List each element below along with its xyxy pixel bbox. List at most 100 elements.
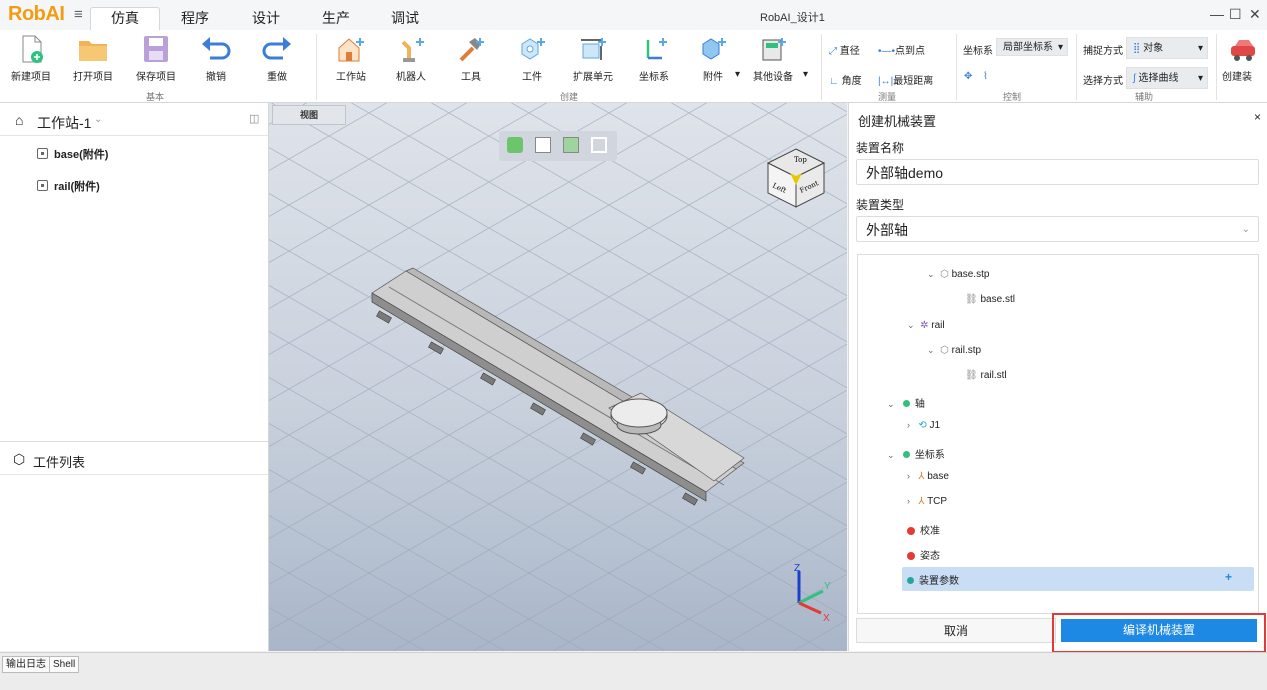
tree-node-frame-tcp[interactable]: › ⅄ TCP xyxy=(907,496,947,507)
tree-node-label: base xyxy=(927,471,949,482)
station-title[interactable]: 工作站-1 xyxy=(37,113,91,133)
capture-mode-value: 对象 xyxy=(1143,43,1164,54)
robot-button[interactable]: 机器人 xyxy=(381,34,441,83)
ribbon-divider xyxy=(1076,34,1077,100)
tree-item-base[interactable]: base(附件) xyxy=(37,146,108,162)
chevron-down-icon: ⌄ xyxy=(887,399,895,409)
workstation-button[interactable]: 工作站 xyxy=(321,34,381,83)
cube-icon: ⬡ xyxy=(13,451,26,467)
divider xyxy=(0,474,268,475)
tree-node-frames[interactable]: ⌄ 坐标系 xyxy=(887,446,945,461)
chevron-down-icon: ⌄ xyxy=(907,320,915,330)
robot-label: 机器人 xyxy=(396,72,426,83)
tab-debug[interactable]: 调试 xyxy=(391,8,419,28)
tree-node-pose[interactable]: 姿态 xyxy=(907,547,940,562)
tree-node-label: rail xyxy=(931,320,945,331)
3d-viewport[interactable]: 视图 Top Left Front Z Y X xyxy=(269,103,847,651)
output-log-tab[interactable]: 输出日志 xyxy=(2,656,50,673)
minimize-icon[interactable]: — xyxy=(1210,6,1224,22)
other-device-button[interactable]: 其他设备 xyxy=(743,34,803,83)
panel-toggle-icon[interactable]: ◫ xyxy=(249,112,259,125)
select-mode-select[interactable]: ∫ 选择曲线 ▾ xyxy=(1126,67,1208,89)
hamburger-menu-icon[interactable]: ≡ xyxy=(74,6,83,23)
measure-point-to-point-button[interactable]: •—•点到点 xyxy=(878,42,925,57)
robot-icon xyxy=(401,38,424,62)
component-icon xyxy=(37,148,48,159)
measure-angle-button[interactable]: ∟ 角度 xyxy=(829,72,862,87)
tree-node-rail[interactable]: ⌄ ✲ rail xyxy=(907,320,945,331)
tool-label: 工具 xyxy=(461,72,481,83)
tab-simulation[interactable]: 仿真 xyxy=(111,8,139,28)
curve-icon: ∫ xyxy=(1133,73,1136,84)
tree-node-label: 校准 xyxy=(920,526,940,537)
move-icon[interactable]: ✥ xyxy=(964,71,972,82)
other-device-dropdown-icon[interactable]: ▾ xyxy=(803,69,808,80)
close-icon[interactable]: × xyxy=(1254,110,1261,124)
frame-select[interactable]: 局部坐标系 ▾ xyxy=(996,38,1068,56)
tree-node-rail-stp[interactable]: ⌄ ⬡ rail.stp xyxy=(927,345,981,356)
chevron-down-icon: ▾ xyxy=(1057,42,1063,53)
save-project-button[interactable]: 保存项目 xyxy=(126,34,186,83)
tree-item-rail[interactable]: rail(附件) xyxy=(37,178,100,194)
other-device-label: 其他设备 xyxy=(753,72,793,83)
chevron-down-icon: ⌄ xyxy=(927,269,935,279)
tree-node-j1[interactable]: › ⟲ J1 xyxy=(907,420,940,431)
axis-y-label: Y xyxy=(824,581,831,592)
create-device-button[interactable]: 创建装 xyxy=(1222,34,1267,83)
tab-production[interactable]: 生产 xyxy=(322,8,350,28)
tree-node-axis[interactable]: ⌄ 轴 xyxy=(887,395,925,410)
part-icon: ⬡ xyxy=(940,269,949,280)
tab-design[interactable]: 设计 xyxy=(252,8,280,28)
home-icon: ⌂ xyxy=(15,112,24,128)
tree-item-label: base(附件) xyxy=(54,149,109,161)
tool-button[interactable]: 工具 xyxy=(441,34,501,83)
tree-node-label: 轴 xyxy=(914,399,925,410)
redo-button[interactable]: 重做 xyxy=(247,34,307,83)
window-title: RobAI_设计1 xyxy=(760,12,825,24)
undo-button[interactable]: 撤销 xyxy=(186,34,246,83)
add-icon[interactable]: + xyxy=(1225,570,1232,584)
tree-node-rail-stl[interactable]: ⛓ rail.stl xyxy=(965,370,1007,381)
chevron-down-icon: ▾ xyxy=(1197,43,1203,54)
tree-node-base-stl[interactable]: ⛓ base.stl xyxy=(965,294,1015,305)
close-icon[interactable]: ✕ xyxy=(1249,6,1261,23)
chevron-right-icon: › xyxy=(907,420,910,430)
link-icon: ✲ xyxy=(920,320,929,331)
tree-node-params[interactable]: 装置参数 xyxy=(907,572,959,587)
device-name-input[interactable]: 外部轴demo xyxy=(856,159,1259,185)
chevron-down-icon[interactable]: ⌄ xyxy=(94,114,102,125)
frame-icon: ⅄ xyxy=(918,471,925,482)
left-panel: ⌂ 工作站-1 ⌄ ◫ base(附件) rail(附件) ⬡ 工件列表 xyxy=(0,103,269,651)
new-project-button[interactable]: 新建项目 xyxy=(1,34,61,83)
attachment-dropdown-icon[interactable]: ▾ xyxy=(735,69,740,80)
axis-icon[interactable]: ⌇ xyxy=(983,71,988,82)
extension-unit-label: 扩展单元 xyxy=(573,72,613,83)
measure-diameter-button[interactable]: ⤢ 直径 xyxy=(829,42,860,57)
device-type-select[interactable]: 外部轴 ⌄ xyxy=(856,216,1259,242)
open-project-button[interactable]: 打开项目 xyxy=(63,34,123,83)
capture-mode-select[interactable]: ⣿ 对象 ▾ xyxy=(1126,37,1208,59)
tree-node-calibration[interactable]: 校准 xyxy=(907,522,940,537)
min-distance-icon: |↔| xyxy=(878,76,894,87)
measure-min-distance-button[interactable]: |↔|最短距离 xyxy=(878,72,933,87)
group-control-label: 控制 xyxy=(1003,92,1022,102)
tree-node-label: 姿态 xyxy=(920,551,940,562)
status-bar: 输出日志 Shell xyxy=(0,652,1267,690)
shell-tab[interactable]: Shell xyxy=(49,656,80,673)
maximize-icon[interactable]: ☐ xyxy=(1229,6,1242,23)
angle-icon: ∟ xyxy=(829,76,839,87)
tree-node-frame-base[interactable]: › ⅄ base xyxy=(907,471,949,482)
chevron-down-icon: ⌄ xyxy=(887,450,895,460)
tree-node-base-stp[interactable]: ⌄ ⬡ base.stp xyxy=(927,269,989,280)
redo-label: 重做 xyxy=(267,72,287,83)
status-ok-icon xyxy=(907,577,914,584)
extension-unit-button[interactable]: 扩展单元 xyxy=(563,34,623,83)
attachment-button[interactable]: 附件 xyxy=(683,34,743,83)
frame-button[interactable]: 坐标系 xyxy=(624,34,684,83)
workpiece-button[interactable]: 工件 xyxy=(502,34,562,83)
ribbon-divider xyxy=(821,34,822,100)
tab-program[interactable]: 程序 xyxy=(181,8,209,28)
undo-label: 撤销 xyxy=(206,72,226,83)
cancel-button[interactable]: 取消 xyxy=(856,618,1056,643)
diameter-icon: ⤢ xyxy=(829,46,837,57)
